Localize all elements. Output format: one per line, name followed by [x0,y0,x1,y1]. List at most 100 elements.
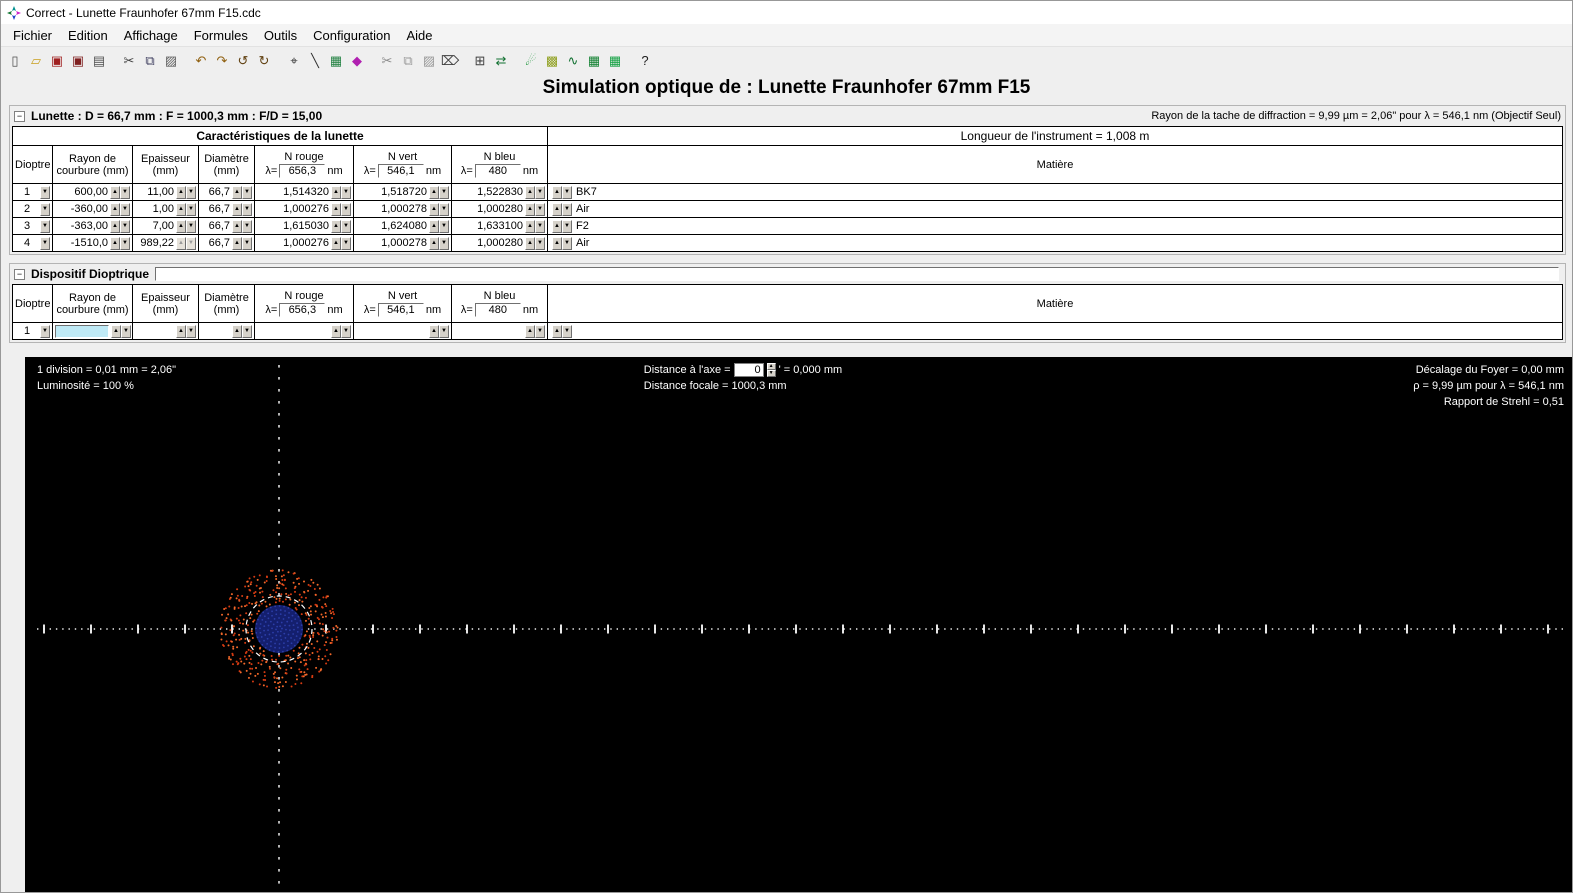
wavelength-blue-input[interactable]: 480 [474,303,521,317]
spin-down-button[interactable]: ▼ [535,202,546,216]
spin-down-button[interactable]: ▼ [341,185,351,199]
spinner[interactable]: ▲ ▼ [176,185,196,199]
ray-trace-icon[interactable]: ╲ [305,51,325,71]
spin-down-button[interactable]: ▼ [562,236,573,250]
row-select-button[interactable]: ▼ [40,202,50,216]
cut-icon[interactable]: ✂ [119,51,139,71]
field-icon[interactable]: ▩ [542,51,562,71]
spin-up-button[interactable]: ▲ [525,236,536,250]
spinner[interactable]: ▲ ▼ [552,236,573,250]
comet-icon[interactable]: ☄ [521,51,541,71]
spinner[interactable]: ▲ ▼ [331,324,351,338]
collapse-toggle-icon[interactable]: − [14,110,25,122]
spin-up-button[interactable]: ▲ [331,185,341,199]
menu-fichier[interactable]: Fichier [5,26,60,45]
spinner[interactable]: ▲ ▼ [429,219,449,233]
undo-icon[interactable]: ↶ [191,51,211,71]
spinner[interactable]: ▲ ▼ [525,236,546,250]
properties-icon[interactable]: ⊞ [470,51,490,71]
spinner[interactable]: ▲ ▼ [110,202,130,216]
spin-up-button[interactable]: ▲ [110,185,120,199]
spinner[interactable]: ▲ ▼ [110,236,130,250]
spin-up-button[interactable]: ▲ [232,185,242,199]
spinner[interactable]: ▲ ▼ [525,202,546,216]
spin-down-button[interactable]: ▼ [535,219,546,233]
spin-down-button[interactable]: ▼ [341,236,351,250]
spinner[interactable]: ▲ ▼ [552,185,573,199]
spinner[interactable]: ▲ ▼ [232,219,252,233]
save-all-icon[interactable]: ▣ [68,51,88,71]
paste-icon[interactable]: ▨ [161,51,181,71]
new-file-icon[interactable]: ▯ [5,51,25,71]
axis-distance-spinner[interactable]: ▲ ▼ [766,363,776,377]
spinner[interactable]: ▲ ▼ [429,202,449,216]
spinner[interactable]: ▲ ▼ [232,236,252,250]
spin-down-button[interactable]: ▼ [341,219,351,233]
spin-up-button[interactable]: ▲ [111,324,121,338]
spinner[interactable]: ▲ ▼ [552,324,572,338]
dispositif-comment-field[interactable] [155,267,1559,281]
spinner[interactable]: ▲ ▼ [232,185,252,199]
spinner[interactable]: ▲ ▼ [552,219,573,233]
spinner[interactable]: ▲ ▼ [525,324,545,338]
spot-grid-icon[interactable]: ▦ [326,51,346,71]
open-folder-icon[interactable]: ▱ [26,51,46,71]
spin-down-button[interactable]: ▼ [121,324,131,338]
spin-up-button[interactable]: ▲ [766,363,776,370]
spin-down-button[interactable]: ▼ [242,219,252,233]
axis-distance-input[interactable]: 0 [733,363,764,377]
spinner[interactable]: ▲ ▼ [331,185,351,199]
wavelength-red-input[interactable]: 656,3 [279,164,326,178]
spinner[interactable]: ▲ ▼ [429,324,449,338]
spin-down-button[interactable]: ▼ [186,202,196,216]
spin-down-button[interactable]: ▼ [535,236,546,250]
spinner[interactable]: ▲ ▼ [525,219,546,233]
spin-up-button[interactable]: ▲ [176,219,186,233]
spinner[interactable]: ▲ ▼ [552,202,573,216]
spin-down-button[interactable]: ▼ [439,236,449,250]
copy-icon[interactable]: ⧉ [140,51,160,71]
spin-down-button[interactable]: ▼ [120,202,130,216]
spin-down-button[interactable]: ▼ [242,324,252,338]
rotate-left-icon[interactable]: ↺ [233,51,253,71]
spin-up-button[interactable]: ▲ [110,202,120,216]
menu-aide[interactable]: Aide [398,26,440,45]
spinner[interactable]: ▲ ▼ [110,185,130,199]
spinner[interactable]: ▲ ▼ [331,219,351,233]
spin-up-button[interactable]: ▲ [525,219,536,233]
redo-icon[interactable]: ↷ [212,51,232,71]
menu-affichage[interactable]: Affichage [116,26,186,45]
spin-down-button[interactable]: ▼ [439,219,449,233]
delete-surface-icon[interactable]: ⌦ [440,51,460,71]
help-icon[interactable]: ? [635,51,655,71]
menu-edition[interactable]: Edition [60,26,116,45]
menu-formules[interactable]: Formules [186,26,256,45]
spin-down-button[interactable]: ▼ [120,219,130,233]
row-select-button[interactable]: ▼ [40,236,50,250]
spin-down-button[interactable]: ▼ [439,202,449,216]
spin-up-button[interactable]: ▲ [331,236,341,250]
spinner[interactable]: ▲ ▼ [111,324,131,338]
spin-up-button[interactable]: ▲ [331,324,341,338]
spin-up-button[interactable]: ▲ [331,202,341,216]
spin-down-button[interactable]: ▼ [341,202,351,216]
spin-up-button[interactable]: ▲ [552,202,563,216]
move-cross-icon[interactable]: ⌖ [284,51,304,71]
spin-down-button[interactable]: ▼ [562,185,573,199]
spin-up-button[interactable]: ▲ [232,324,242,338]
row-select-button[interactable]: ▼ [40,324,50,338]
graph-icon[interactable]: ∿ [563,51,583,71]
color-spot-icon[interactable]: ◆ [347,51,367,71]
spin-up-button[interactable]: ▲ [176,185,186,199]
spin-up-button[interactable]: ▲ [176,236,186,250]
spin-up-button[interactable]: ▲ [429,324,439,338]
spin-down-button[interactable]: ▼ [535,185,546,199]
spinner[interactable]: ▲ ▼ [525,185,546,199]
menu-outils[interactable]: Outils [256,26,305,45]
print-icon[interactable]: ▤ [89,51,109,71]
wavelength-red-input[interactable]: 656,3 [279,303,326,317]
spin-down-button[interactable]: ▼ [186,185,196,199]
spin-down-button[interactable]: ▼ [439,324,449,338]
paste-surface-icon[interactable]: ▨ [419,51,439,71]
spin-up-button[interactable]: ▲ [429,185,439,199]
